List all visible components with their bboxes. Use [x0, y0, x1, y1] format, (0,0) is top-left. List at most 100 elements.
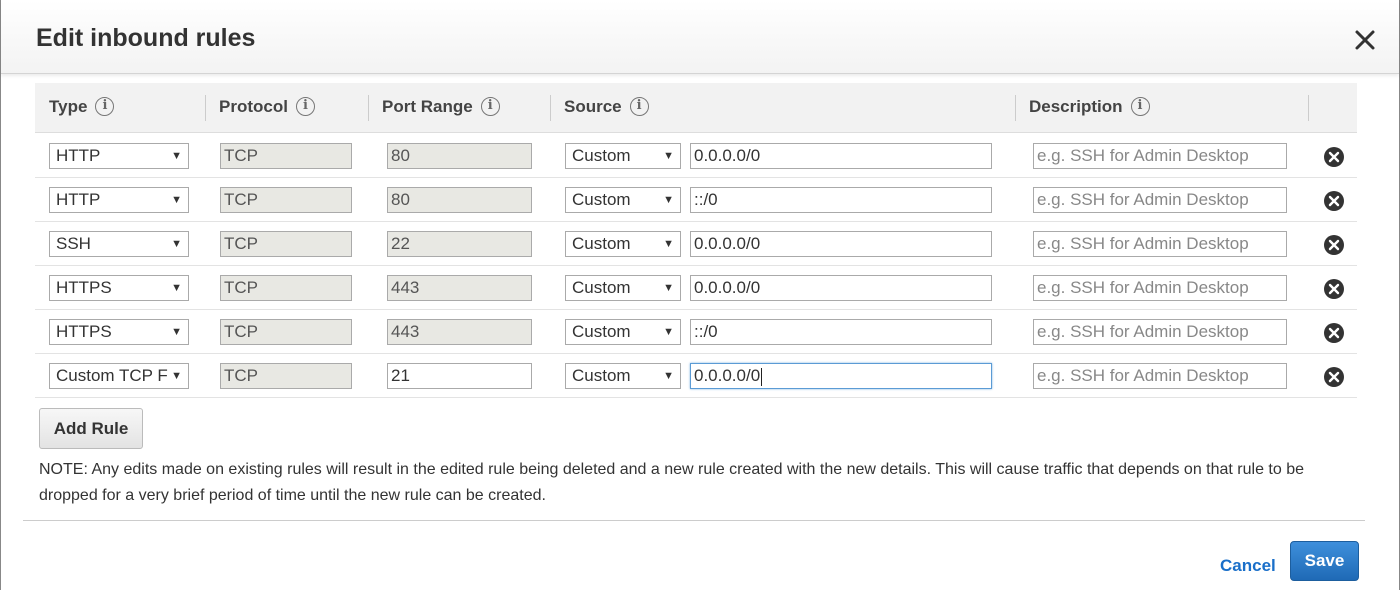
type-select[interactable]: HTTPS ▼ — [49, 275, 189, 301]
cancel-button[interactable]: Cancel — [1220, 556, 1276, 576]
remove-rule-icon[interactable] — [1323, 366, 1345, 388]
source-cidr-input[interactable]: 0.0.0.0/0 — [690, 143, 992, 169]
dropdown-arrow-icon: ▼ — [663, 370, 674, 382]
info-icon[interactable]: i — [1130, 96, 1150, 116]
description-input[interactable]: e.g. SSH for Admin Desktop — [1033, 143, 1287, 169]
close-icon[interactable] — [1353, 28, 1377, 52]
protocol-field: TCP — [220, 231, 352, 257]
type-select[interactable]: Custom TCP F ▼ — [49, 363, 189, 389]
type-select-value: Custom TCP F — [56, 366, 168, 385]
description-input[interactable]: e.g. SSH for Admin Desktop — [1033, 319, 1287, 345]
source-type-select[interactable]: Custom ▼ — [565, 275, 681, 301]
port-range-field[interactable]: 22 — [387, 231, 532, 257]
dropdown-arrow-icon: ▼ — [171, 150, 182, 162]
description-input[interactable]: e.g. SSH for Admin Desktop — [1033, 231, 1287, 257]
column-port-range-label: Port Range — [382, 97, 473, 116]
type-select[interactable]: HTTP ▼ — [49, 143, 189, 169]
footer-divider — [23, 520, 1365, 521]
rule-row: SSH ▼ TCP 22 Custom ▼ 0.0.0.0/0 e.g. SSH f… — [35, 222, 1357, 266]
description-input[interactable]: e.g. SSH for Admin Desktop — [1033, 187, 1287, 213]
remove-rule-icon[interactable] — [1323, 146, 1345, 168]
source-type-select[interactable]: Custom ▼ — [565, 187, 681, 213]
source-type-select[interactable]: Custom ▼ — [565, 143, 681, 169]
type-select-value: HTTPS — [56, 322, 112, 341]
text-cursor — [761, 367, 763, 386]
protocol-field: TCP — [220, 143, 352, 169]
description-input[interactable]: e.g. SSH for Admin Desktop — [1033, 275, 1287, 301]
dropdown-arrow-icon: ▼ — [663, 238, 674, 250]
dropdown-arrow-icon: ▼ — [663, 150, 674, 162]
remove-rule-icon[interactable] — [1323, 322, 1345, 344]
info-icon[interactable]: i — [480, 96, 500, 116]
remove-rule-icon[interactable] — [1323, 278, 1345, 300]
dropdown-arrow-icon: ▼ — [663, 282, 674, 294]
info-icon[interactable]: i — [95, 96, 115, 116]
rule-row: HTTPS ▼ TCP 443 Custom ▼ 0.0.0.0/0 e.g. SS… — [35, 266, 1357, 310]
column-description: Description i — [1015, 83, 1150, 133]
dialog-title: Edit inbound rules — [36, 24, 256, 52]
type-select[interactable]: SSH ▼ — [49, 231, 189, 257]
source-cidr-input[interactable]: 0.0.0.0/0 — [690, 363, 992, 389]
remove-rule-icon[interactable] — [1323, 234, 1345, 256]
column-protocol-label: Protocol — [219, 97, 288, 116]
type-select-value: HTTP — [56, 190, 101, 209]
type-select-value: HTTPS — [56, 278, 112, 297]
dropdown-arrow-icon: ▼ — [171, 238, 182, 250]
protocol-field: TCP — [220, 319, 352, 345]
column-divider — [1308, 95, 1309, 121]
port-range-field[interactable]: 443 — [387, 319, 532, 345]
source-type-select[interactable]: Custom ▼ — [565, 363, 681, 389]
type-select-value: HTTP — [56, 146, 101, 165]
dropdown-arrow-icon: ▼ — [171, 194, 182, 206]
dropdown-arrow-icon: ▼ — [171, 282, 182, 294]
port-range-field[interactable]: 443 — [387, 275, 532, 301]
source-type-select-value: Custom — [572, 366, 631, 385]
rule-row: HTTPS ▼ TCP 443 Custom ▼ ::/0 e.g. SSH for… — [35, 310, 1357, 354]
save-button[interactable]: Save — [1290, 541, 1359, 581]
rules-table-header: Type i Protocol i Port Range i Source i Desc… — [35, 83, 1357, 133]
rule-row: HTTP ▼ TCP 80 Custom ▼ 0.0.0.0/0 e.g. SSH … — [35, 134, 1357, 178]
type-select[interactable]: HTTPS ▼ — [49, 319, 189, 345]
column-source-label: Source — [564, 97, 622, 116]
protocol-field: TCP — [220, 275, 352, 301]
protocol-field: TCP — [220, 363, 352, 389]
source-type-select-value: Custom — [572, 322, 631, 341]
info-icon[interactable]: i — [629, 96, 649, 116]
source-cidr-input[interactable]: 0.0.0.0/0 — [690, 231, 992, 257]
protocol-field: TCP — [220, 187, 352, 213]
edit-note: NOTE: Any edits made on existing rules w… — [39, 461, 1305, 504]
column-type-label: Type — [49, 97, 88, 116]
dropdown-arrow-icon: ▼ — [171, 370, 182, 382]
column-description-label: Description — [1029, 97, 1123, 116]
port-range-field[interactable]: 80 — [387, 143, 532, 169]
edit-inbound-rules-dialog: Edit inbound rules Type i Protocol i Port … — [0, 0, 1400, 590]
source-type-select-value: Custom — [572, 190, 631, 209]
column-port-range: Port Range i — [368, 83, 500, 133]
source-type-select[interactable]: Custom ▼ — [565, 231, 681, 257]
source-type-select-value: Custom — [572, 146, 631, 165]
type-select-value: SSH — [56, 234, 91, 253]
source-cidr-input[interactable]: ::/0 — [690, 319, 992, 345]
source-type-select-value: Custom — [572, 278, 631, 297]
port-range-field[interactable]: 21 — [387, 363, 532, 389]
source-cidr-input[interactable]: 0.0.0.0/0 — [690, 275, 992, 301]
column-source: Source i — [550, 83, 649, 133]
type-select[interactable]: HTTP ▼ — [49, 187, 189, 213]
source-type-select-value: Custom — [572, 234, 631, 253]
source-cidr-input[interactable]: ::/0 — [690, 187, 992, 213]
source-type-select[interactable]: Custom ▼ — [565, 319, 681, 345]
dropdown-arrow-icon: ▼ — [171, 326, 182, 338]
description-input[interactable]: e.g. SSH for Admin Desktop — [1033, 363, 1287, 389]
source-cidr-value: 0.0.0.0/0 — [694, 366, 761, 385]
info-icon[interactable]: i — [295, 96, 315, 116]
dialog-header: Edit inbound rules — [1, 0, 1399, 74]
dropdown-arrow-icon: ▼ — [663, 326, 674, 338]
add-rule-button[interactable]: Add Rule — [39, 408, 143, 449]
column-type: Type i — [35, 83, 115, 133]
remove-rule-icon[interactable] — [1323, 190, 1345, 212]
rule-row: Custom TCP F ▼ TCP 21 Custom ▼ 0.0.0.0/0 e… — [35, 354, 1357, 398]
rule-row: HTTP ▼ TCP 80 Custom ▼ ::/0 e.g. SSH for A… — [35, 178, 1357, 222]
column-protocol: Protocol i — [205, 83, 315, 133]
port-range-field[interactable]: 80 — [387, 187, 532, 213]
dropdown-arrow-icon: ▼ — [663, 194, 674, 206]
